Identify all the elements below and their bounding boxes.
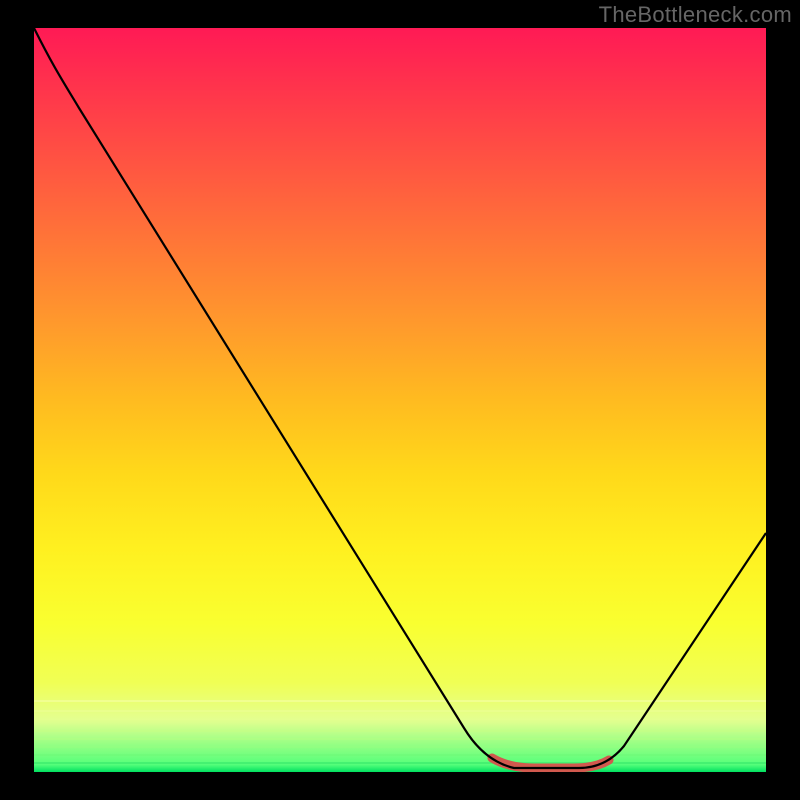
curve-svg — [34, 28, 766, 772]
bottleneck-curve — [34, 28, 766, 768]
watermark-text: TheBottleneck.com — [599, 2, 792, 28]
chart-frame: TheBottleneck.com — [0, 0, 800, 800]
plot-area — [34, 28, 766, 772]
